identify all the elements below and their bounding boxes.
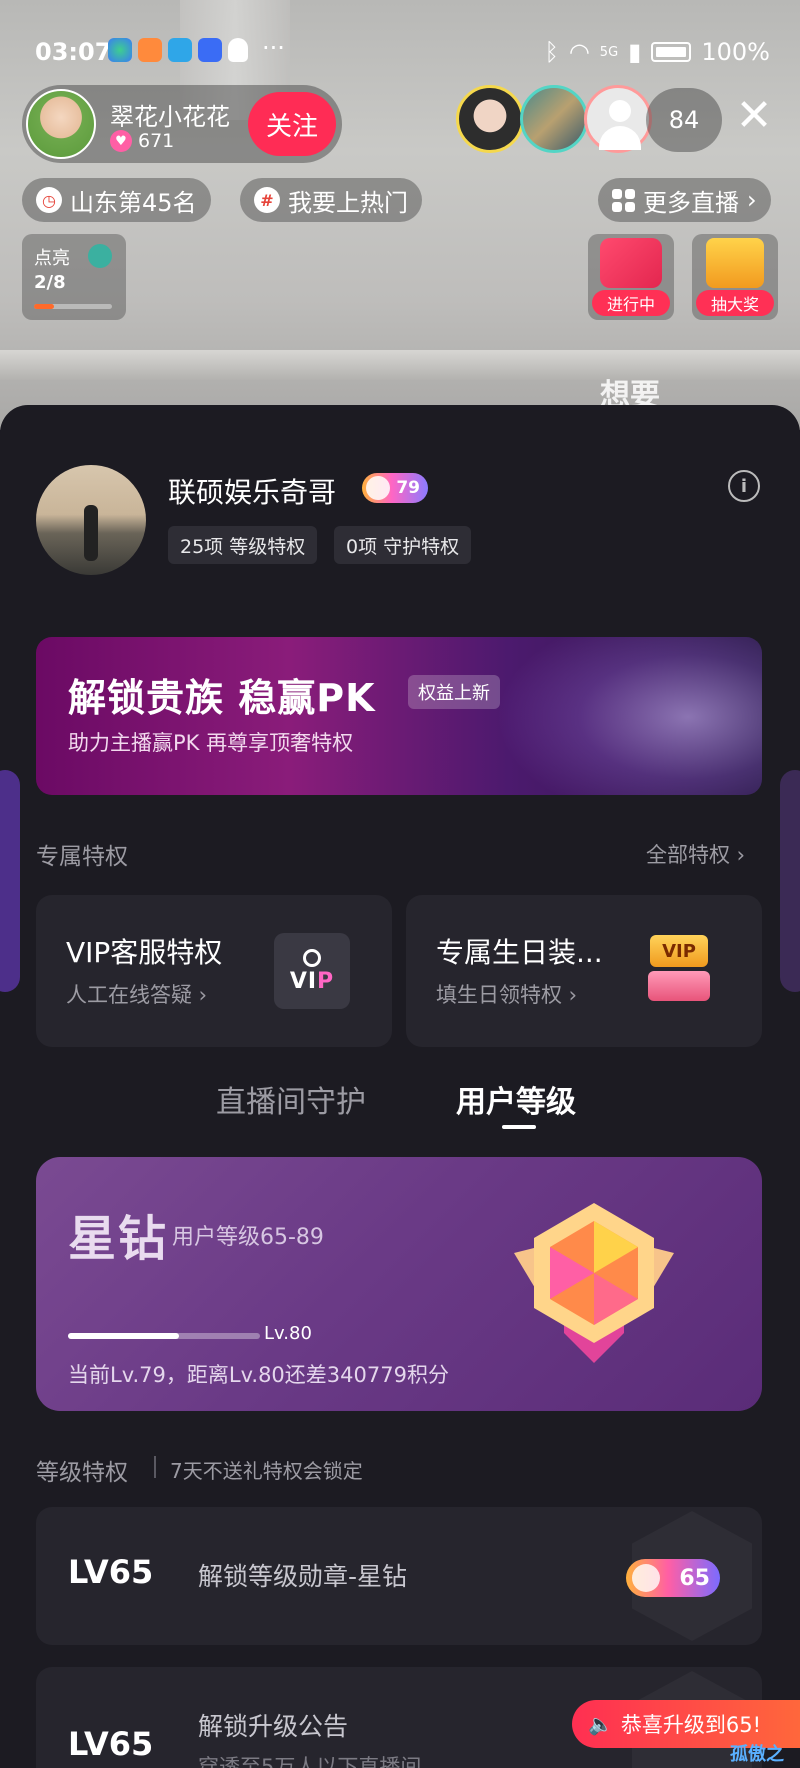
level-progress-text: 当前Lv.79，距离Lv.80还差340779积分 — [68, 1363, 449, 1387]
light-up-progress — [34, 304, 112, 309]
more-notifications-icon: ··· — [262, 34, 285, 62]
activity-ongoing[interactable]: 进行中 — [588, 234, 674, 320]
notification-icons — [108, 38, 248, 62]
divider — [154, 1456, 156, 1478]
level-privileges-note: 7天不送礼特权会锁定 — [170, 1459, 363, 1483]
battery-level: 100% — [701, 38, 770, 66]
battery-icon — [651, 42, 692, 62]
level-privileges-chip: 25项 等级特权 — [168, 526, 318, 564]
close-icon[interactable]: ✕ — [730, 92, 778, 140]
user-level-badge: 79 — [362, 473, 428, 503]
cake-icon: VIP — [640, 931, 720, 1011]
bluetooth-icon: ᛒ — [544, 38, 559, 66]
card-subtitle: 人工在线答疑 › — [66, 983, 208, 1007]
heart-icon: ♥ — [110, 130, 132, 152]
app-icon-1 — [108, 38, 132, 62]
vip-service-card[interactable]: VIP客服特权 人工在线答疑 › VIP — [36, 895, 392, 1047]
privilege-level: LV65 — [68, 1553, 154, 1591]
light-up-count: 2/8 — [34, 272, 66, 293]
host-likes: ♥ 671 — [110, 130, 174, 152]
activity-ongoing-label: 进行中 — [592, 290, 670, 316]
privilege-title: 解锁等级勋章-星钻 — [198, 1562, 408, 1591]
viewer-avatar[interactable] — [584, 85, 652, 153]
network-label: 5G — [599, 44, 619, 60]
level-65-badge: 65 — [626, 1559, 720, 1597]
watermark: 孤傲之客 — [730, 1744, 784, 1765]
level-privileges-title: 等级特权 — [36, 1460, 128, 1486]
hot-label: 我要上热门 — [288, 188, 408, 217]
grid-icon — [612, 188, 635, 212]
host-name: 翠花小花花 — [110, 103, 230, 131]
banner-title: 解锁贵族 稳赢PK — [68, 676, 376, 720]
tier-card[interactable]: 星钻 用户等级65-89 Lv.80 当前Lv.79，距离Lv.80还差3407… — [36, 1157, 762, 1411]
active-tab-indicator — [502, 1125, 536, 1129]
app-icon-2 — [138, 38, 162, 62]
next-tier-card[interactable] — [780, 770, 800, 992]
more-live-pill[interactable]: 更多直播 › — [598, 178, 771, 222]
star-diamond-badge-icon — [514, 1203, 674, 1363]
activity-icon — [600, 238, 662, 288]
app-icon-4 — [198, 38, 222, 62]
user-avatar[interactable] — [36, 465, 146, 575]
chevron-right-icon: › — [747, 186, 757, 214]
exclusive-privileges-title: 专属特权 — [36, 844, 128, 870]
noble-promo-banner[interactable]: 解锁贵族 稳赢PK 权益上新 助力主播赢PK 再尊享顶奢特权 — [36, 637, 762, 795]
privilege-level: LV65 — [68, 1725, 154, 1763]
light-up-progress-fill — [34, 304, 54, 309]
status-time: 03:07 — [35, 38, 112, 66]
toast-text: 恭喜升级到65! — [620, 1713, 762, 1737]
vip-icon: VIP — [274, 933, 350, 1009]
signal-icon: ▮ — [628, 38, 642, 66]
activity-lottery[interactable]: 抽大奖 — [692, 234, 778, 320]
viewer-avatar[interactable] — [520, 85, 588, 153]
clock-icon: ◷ — [36, 187, 62, 213]
prev-tier-card[interactable] — [0, 770, 20, 992]
gem-icon — [88, 244, 112, 268]
more-live-label: 更多直播 — [643, 188, 739, 217]
qq-icon — [228, 38, 248, 62]
host-avatar[interactable] — [26, 89, 96, 159]
hashtag-icon: # — [254, 187, 280, 213]
host-info[interactable]: 翠花小花花 ♥ 671 关注 — [22, 85, 342, 163]
app-icon-3 — [168, 38, 192, 62]
tab-user-level[interactable]: 用户等级 — [456, 1077, 576, 1121]
tier-range: 用户等级65-89 — [172, 1225, 324, 1250]
user-name: 联硕娱乐奇哥 — [168, 476, 337, 509]
light-up-label: 点亮 — [34, 248, 70, 269]
activity-lottery-label: 抽大奖 — [696, 290, 774, 316]
rank-label: 山东第45名 — [70, 188, 197, 217]
speaker-icon: 🔈 — [588, 1712, 613, 1736]
privilege-title: 解锁升级公告 — [198, 1712, 349, 1741]
banner-tag: 权益上新 — [408, 675, 500, 709]
level-progress-bar — [68, 1333, 260, 1339]
rank-pill[interactable]: ◷ 山东第45名 — [22, 178, 211, 222]
privilege-row[interactable]: LV65 解锁等级勋章-星钻 65 — [36, 1507, 762, 1645]
privilege-subtitle: 穿透至5万人以下直播间 — [198, 1755, 422, 1768]
card-title: 专属生日装... — [436, 936, 603, 969]
next-level-label: Lv.80 — [264, 1323, 312, 1344]
treasure-chest-icon — [706, 238, 764, 288]
viewer-count[interactable]: 84 — [646, 88, 722, 152]
guard-privileges-chip: 0项 守护特权 — [334, 526, 472, 564]
all-privileges-link[interactable]: 全部特权 › — [646, 839, 745, 869]
hot-pill[interactable]: # 我要上热门 — [240, 178, 422, 222]
light-up-widget[interactable]: 点亮 2/8 — [22, 234, 126, 320]
tier-name: 星钻 — [68, 1211, 169, 1267]
follow-button[interactable]: 关注 — [248, 92, 336, 156]
banner-subtitle: 助力主播赢PK 再尊享顶奢特权 — [68, 731, 354, 755]
level-progress-fill — [68, 1333, 180, 1339]
host-likes-count: 671 — [138, 130, 175, 152]
card-title: VIP客服特权 — [66, 936, 223, 969]
birthday-card[interactable]: 专属生日装... 填生日领特权 › VIP — [406, 895, 762, 1047]
info-icon[interactable]: i — [728, 470, 760, 502]
wifi-icon: ◠ — [568, 38, 590, 66]
tab-room-guard[interactable]: 直播间守护 — [216, 1077, 366, 1121]
viewer-avatar[interactable] — [456, 85, 524, 153]
card-subtitle: 填生日领特权 › — [436, 983, 578, 1007]
status-right: ᛒ ◠ 5G ▮ 100% — [544, 38, 770, 66]
